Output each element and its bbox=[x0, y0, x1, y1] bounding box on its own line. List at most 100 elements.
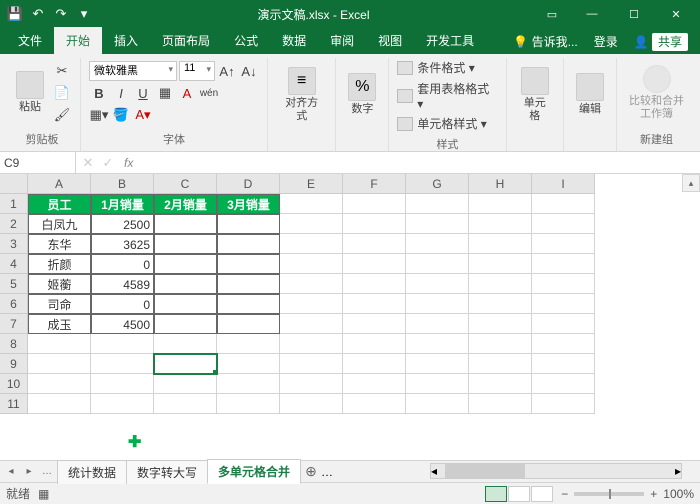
bold-button[interactable]: B bbox=[89, 83, 109, 103]
cell[interactable] bbox=[280, 274, 343, 294]
cell[interactable] bbox=[217, 314, 280, 334]
cell[interactable] bbox=[217, 294, 280, 314]
shrink-font-icon[interactable]: A↓ bbox=[239, 61, 259, 81]
col-header[interactable]: C bbox=[154, 174, 217, 194]
cell[interactable] bbox=[28, 394, 91, 414]
cell[interactable] bbox=[343, 234, 406, 254]
tab-review[interactable]: 审阅 bbox=[318, 27, 366, 54]
cell[interactable] bbox=[280, 394, 343, 414]
paste-button[interactable]: 粘贴 bbox=[12, 69, 48, 116]
table-format-button[interactable]: 套用表格格式 ▾ bbox=[397, 79, 497, 112]
font-color-icon[interactable]: A bbox=[177, 83, 197, 103]
row-header[interactable]: 4 bbox=[0, 254, 28, 274]
cell[interactable] bbox=[469, 314, 532, 334]
col-header[interactable]: D bbox=[217, 174, 280, 194]
cell[interactable] bbox=[280, 294, 343, 314]
cell[interactable] bbox=[469, 374, 532, 394]
cell[interactable] bbox=[217, 354, 280, 374]
cell[interactable]: 成玉 bbox=[28, 314, 91, 334]
grow-font-icon[interactable]: A↑ bbox=[217, 61, 237, 81]
horizontal-scrollbar[interactable]: ◂▸ bbox=[430, 463, 682, 479]
col-header[interactable]: B bbox=[91, 174, 154, 194]
row-header[interactable]: 9 bbox=[0, 354, 28, 374]
cell[interactable] bbox=[532, 314, 595, 334]
cell[interactable] bbox=[343, 274, 406, 294]
qat-more-icon[interactable]: ▾ bbox=[73, 3, 95, 25]
cell[interactable] bbox=[469, 294, 532, 314]
sheet-tab-stats[interactable]: 统计数据 bbox=[57, 460, 127, 484]
tab-formula[interactable]: 公式 bbox=[222, 27, 270, 54]
row-header[interactable]: 11 bbox=[0, 394, 28, 414]
tab-insert[interactable]: 插入 bbox=[102, 27, 150, 54]
cell[interactable]: 3月销量 bbox=[217, 194, 280, 214]
cell[interactable] bbox=[343, 194, 406, 214]
save-icon[interactable]: 💾 bbox=[4, 3, 26, 25]
tab-dev[interactable]: 开发工具 bbox=[414, 27, 486, 54]
col-header[interactable]: A bbox=[28, 174, 91, 194]
cell[interactable] bbox=[532, 214, 595, 234]
row-header[interactable]: 6 bbox=[0, 294, 28, 314]
cell[interactable]: 2500 bbox=[91, 214, 154, 234]
cell[interactable] bbox=[406, 234, 469, 254]
cell[interactable] bbox=[154, 254, 217, 274]
cell[interactable]: 姬蘅 bbox=[28, 274, 91, 294]
editing-button[interactable]: 编辑 bbox=[572, 71, 608, 118]
zoom-level[interactable]: 100% bbox=[663, 487, 694, 501]
row-header[interactable]: 1 bbox=[0, 194, 28, 214]
sheet-nav-prev[interactable]: ◂ bbox=[2, 463, 20, 481]
cell[interactable] bbox=[532, 194, 595, 214]
cell[interactable] bbox=[154, 354, 217, 374]
compare-button[interactable]: 比较和合并 工作簿 bbox=[625, 63, 688, 123]
cell[interactable] bbox=[280, 234, 343, 254]
cell[interactable] bbox=[532, 294, 595, 314]
cell[interactable] bbox=[280, 354, 343, 374]
border-icon[interactable]: ▦ bbox=[155, 83, 175, 103]
cell[interactable] bbox=[343, 214, 406, 234]
row-header[interactable]: 2 bbox=[0, 214, 28, 234]
cell[interactable] bbox=[280, 194, 343, 214]
fx-icon[interactable]: fx bbox=[118, 156, 139, 170]
zoom-in-icon[interactable]: + bbox=[650, 487, 657, 501]
cell[interactable] bbox=[217, 234, 280, 254]
cell[interactable] bbox=[280, 334, 343, 354]
cell[interactable] bbox=[154, 394, 217, 414]
formula-input[interactable] bbox=[139, 161, 698, 165]
cell[interactable] bbox=[154, 214, 217, 234]
cell[interactable] bbox=[154, 274, 217, 294]
cell[interactable] bbox=[217, 274, 280, 294]
tab-layout[interactable]: 页面布局 bbox=[150, 27, 222, 54]
cell[interactable] bbox=[217, 374, 280, 394]
cell[interactable] bbox=[469, 354, 532, 374]
col-header[interactable]: G bbox=[406, 174, 469, 194]
row-header[interactable]: 7 bbox=[0, 314, 28, 334]
cell[interactable] bbox=[406, 274, 469, 294]
cell-style-button[interactable]: 单元格样式 ▾ bbox=[397, 114, 497, 133]
cell[interactable]: 白凤九 bbox=[28, 214, 91, 234]
cell[interactable] bbox=[154, 234, 217, 254]
border-dropdown-icon[interactable]: ▦▾ bbox=[89, 105, 109, 125]
enter-formula-icon[interactable]: ✓ bbox=[98, 153, 118, 173]
login-button[interactable]: 登录 bbox=[588, 29, 624, 54]
cell[interactable] bbox=[154, 294, 217, 314]
cell[interactable] bbox=[343, 334, 406, 354]
cell[interactable] bbox=[406, 334, 469, 354]
cell[interactable] bbox=[217, 394, 280, 414]
cell[interactable] bbox=[532, 334, 595, 354]
col-header[interactable]: E bbox=[280, 174, 343, 194]
row-header[interactable]: 8 bbox=[0, 334, 28, 354]
cell[interactable] bbox=[343, 374, 406, 394]
font-size-select[interactable]: 11 bbox=[179, 61, 215, 81]
cell[interactable] bbox=[469, 194, 532, 214]
cell[interactable] bbox=[532, 274, 595, 294]
cell[interactable] bbox=[469, 394, 532, 414]
conditional-format-button[interactable]: 条件格式 ▾ bbox=[397, 58, 497, 77]
cell[interactable] bbox=[406, 214, 469, 234]
cell[interactable] bbox=[91, 354, 154, 374]
cell[interactable] bbox=[154, 314, 217, 334]
sheet-nav-next[interactable]: ▸ bbox=[20, 463, 38, 481]
cell[interactable]: 0 bbox=[91, 294, 154, 314]
cell[interactable] bbox=[28, 354, 91, 374]
cell[interactable]: 3625 bbox=[91, 234, 154, 254]
view-layout-icon[interactable] bbox=[508, 486, 530, 502]
cell[interactable] bbox=[91, 334, 154, 354]
